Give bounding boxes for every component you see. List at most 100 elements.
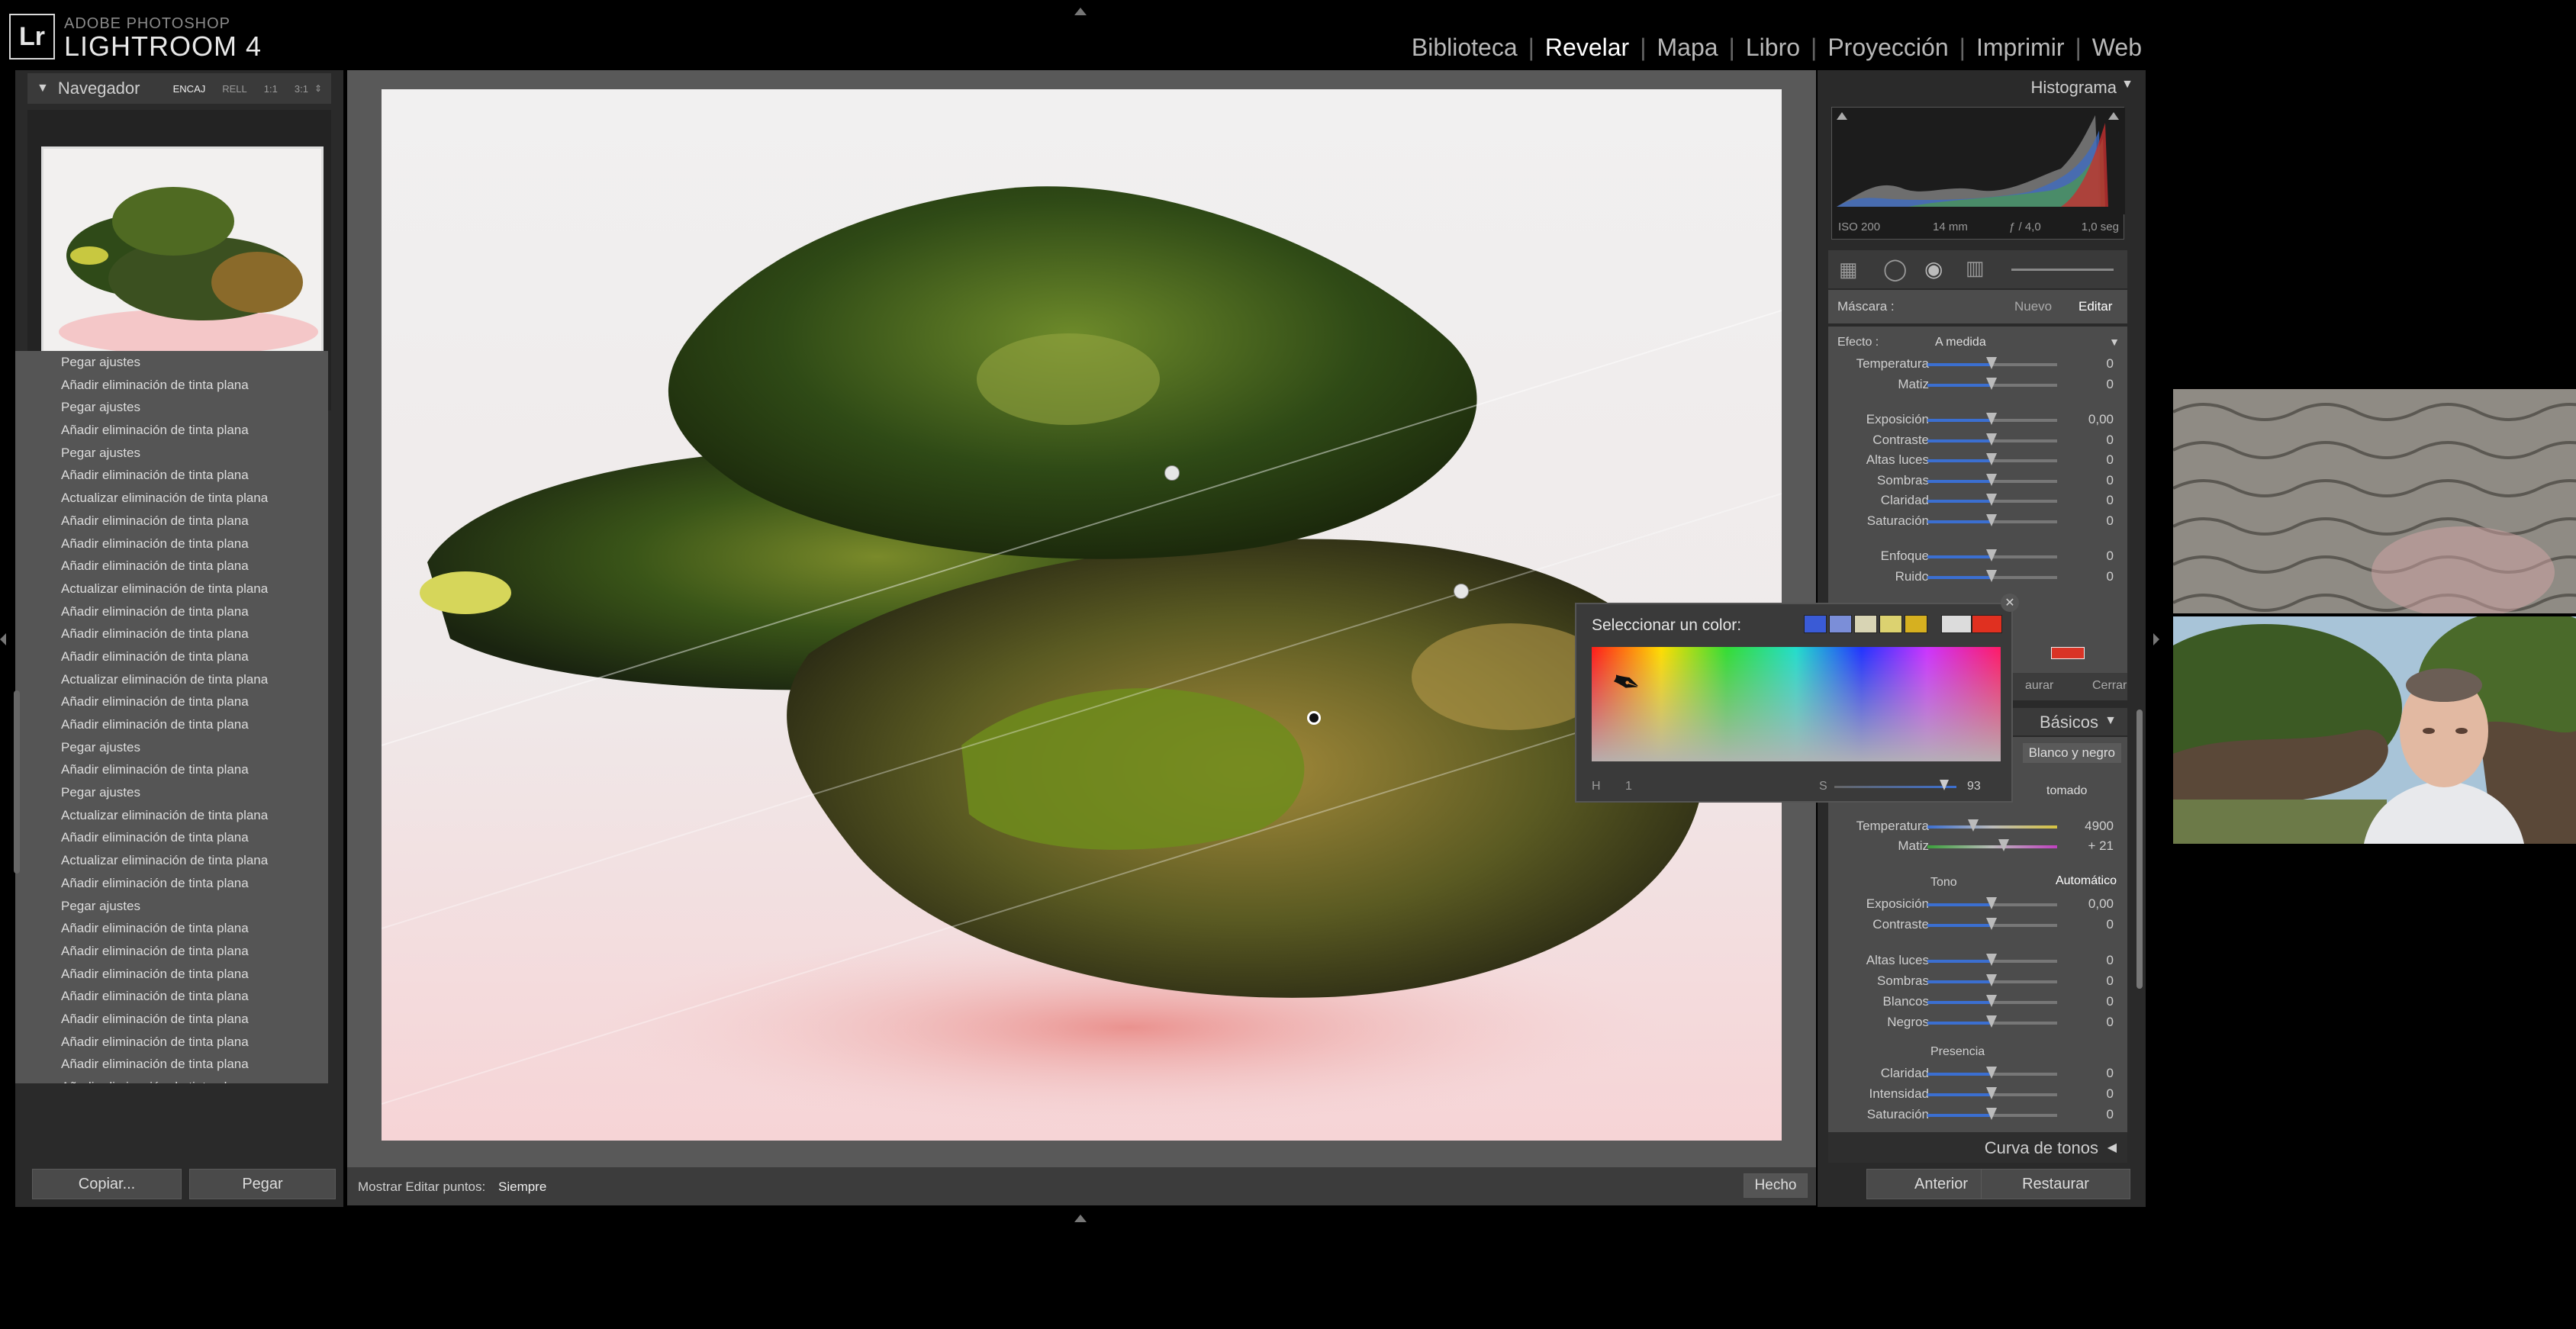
navigator-thumbnail[interactable] — [41, 146, 324, 359]
history-item[interactable]: Añadir eliminación de tinta plana — [15, 464, 328, 487]
adjustment-slider[interactable]: Intensidad 0 — [1828, 1084, 2121, 1104]
adjustment-slider[interactable]: Negros 0 — [1828, 1012, 2121, 1032]
history-item[interactable]: Añadir eliminación de tinta plana — [15, 690, 328, 713]
history-item[interactable]: Añadir eliminación de tinta plana — [15, 555, 328, 578]
history-item[interactable]: Actualizar eliminación de tinta plana — [15, 487, 328, 510]
adjustment-slider[interactable]: Claridad 0 — [1828, 491, 2121, 510]
module-mapa[interactable]: Mapa — [1647, 34, 1729, 62]
history-item[interactable]: Añadir eliminación de tinta plana — [15, 1008, 328, 1031]
brush-slider[interactable] — [2011, 269, 2114, 271]
saturation-knob[interactable] — [1940, 780, 1949, 790]
mask-new-button[interactable]: Nuevo — [2014, 299, 2052, 314]
expand-triangle-icon[interactable]: ◀ — [2107, 1140, 2117, 1155]
color-swatch[interactable] — [1905, 615, 1927, 633]
effect-select[interactable]: A medida — [1935, 336, 1986, 349]
module-biblioteca[interactable]: Biblioteca — [1401, 34, 1528, 62]
close-icon[interactable]: ✕ — [2001, 594, 2019, 612]
adjustment-slider[interactable]: Sombras 0 — [1828, 971, 2121, 991]
zoom-3-1[interactable]: 3:1 — [295, 83, 308, 95]
module-revelar[interactable]: Revelar — [1534, 34, 1640, 62]
color-swatch[interactable] — [1879, 615, 1902, 633]
history-item[interactable]: Añadir eliminación de tinta plana — [15, 758, 328, 781]
history-item[interactable]: Pegar ajustes — [15, 736, 328, 759]
right-panel-toggle-icon[interactable] — [2153, 633, 2159, 645]
graduated-filter-icon[interactable]: ▥ — [1966, 256, 1985, 280]
red-eye-icon[interactable]: ◉ — [1924, 256, 1943, 282]
history-item[interactable]: Pegar ajustes — [15, 781, 328, 804]
black-white-button[interactable]: Blanco y negro — [2022, 743, 2121, 763]
white-balance-select[interactable]: tomado — [2046, 784, 2087, 798]
history-item[interactable]: Añadir eliminación de tinta plana — [15, 713, 328, 736]
adjustment-slider[interactable]: Enfoque 0 — [1828, 546, 2121, 566]
adjustment-slider[interactable]: Exposición 0,00 — [1828, 894, 2121, 914]
done-button[interactable]: Hecho — [1744, 1173, 1808, 1198]
collapse-triangle-icon[interactable]: ▼ — [2121, 78, 2133, 92]
history-item[interactable]: Pegar ajustes — [15, 351, 328, 374]
history-item[interactable]: Añadir eliminación de tinta plana — [15, 645, 328, 668]
mask-edit-button[interactable]: Editar — [2079, 299, 2112, 314]
spot-removal-icon[interactable]: ◯ — [1883, 256, 1907, 282]
history-item[interactable]: Añadir eliminación de tinta plana — [15, 872, 328, 895]
history-item[interactable]: Añadir eliminación de tinta plana — [15, 419, 328, 442]
navigator-header[interactable]: ▼ Navegador ENCAJ RELL 1:1 3:1 ⇕ — [27, 73, 331, 104]
edit-pin-icon[interactable] — [1454, 584, 1469, 599]
adjustment-slider[interactable]: Exposición 0,00 — [1828, 410, 2121, 430]
bottom-panel-toggle-icon[interactable] — [1074, 1215, 1087, 1222]
shadow-clipping-icon[interactable] — [1837, 112, 1847, 120]
left-panel-toggle-icon[interactable] — [0, 633, 6, 645]
adjustment-slider[interactable]: Altas luces 0 — [1828, 951, 2121, 970]
history-item[interactable]: Actualizar eliminación de tinta plana — [15, 668, 328, 691]
adjustment-slider[interactable]: Temperatura 0 — [1828, 354, 2121, 374]
history-item[interactable]: Añadir eliminación de tinta plana — [15, 374, 328, 397]
color-swatch[interactable] — [1829, 615, 1852, 633]
history-item[interactable]: Añadir eliminación de tinta plana — [15, 963, 328, 986]
edit-pin-icon[interactable] — [1164, 465, 1180, 481]
history-item[interactable]: Añadir eliminación de tinta plana — [15, 600, 328, 623]
history-item[interactable]: Añadir eliminación de tinta plana — [15, 1053, 328, 1076]
color-spectrum[interactable] — [1592, 647, 2001, 761]
module-imprimir[interactable]: Imprimir — [1966, 34, 2075, 62]
adjustment-slider[interactable]: Contraste 0 — [1828, 430, 2121, 450]
history-item[interactable]: Añadir eliminación de tinta plana — [15, 917, 328, 940]
history-item[interactable]: Pegar ajustes — [15, 895, 328, 918]
adjustment-slider[interactable]: Altas luces 0 — [1828, 450, 2121, 470]
active-edit-pin-icon[interactable] — [1307, 711, 1321, 725]
history-item[interactable]: Añadir eliminación de tinta plana — [15, 940, 328, 963]
history-item[interactable]: Añadir eliminación de tinta plana — [15, 826, 328, 849]
show-points-select[interactable]: Siempre — [498, 1179, 546, 1195]
left-panel-scrollbar[interactable] — [14, 690, 20, 874]
adjustment-slider[interactable]: Saturación 0 — [1828, 1105, 2121, 1125]
color-swatch[interactable] — [1854, 615, 1877, 633]
adjustment-slider[interactable]: Ruido 0 — [1828, 567, 2121, 587]
mask-close-button[interactable]: Cerrar — [2092, 679, 2127, 693]
history-item[interactable]: Añadir eliminación de tinta plana — [15, 1031, 328, 1054]
adjustment-slider[interactable]: Sombras 0 — [1828, 471, 2121, 491]
copy-button[interactable]: Copiar... — [32, 1169, 182, 1199]
adjustment-slider[interactable]: Matiz 0 — [1828, 375, 2121, 394]
tone-curve-header[interactable]: Curva de tonos ◀ — [1828, 1132, 2127, 1163]
zoom-1-1[interactable]: 1:1 — [264, 83, 278, 95]
collapse-triangle-icon[interactable]: ▼ — [2104, 714, 2117, 728]
color-swatch[interactable] — [1804, 615, 1827, 633]
tint-slider[interactable]: Matiz + 21 — [1828, 836, 2121, 856]
temperature-slider[interactable]: Temperatura 4900 — [1828, 816, 2121, 836]
adjustment-slider[interactable]: Contraste 0 — [1828, 915, 2121, 935]
history-item[interactable]: Añadir eliminación de tinta plana — [15, 1076, 328, 1083]
module-proyeccion[interactable]: Proyección — [1817, 34, 1959, 62]
top-panel-toggle-icon[interactable] — [1074, 8, 1087, 15]
zoom-fit[interactable]: ENCAJ — [173, 83, 206, 95]
zoom-fill[interactable]: RELL — [222, 83, 247, 95]
right-panel-scrollbar[interactable] — [2136, 710, 2143, 989]
adjustment-slider[interactable]: Claridad 0 — [1828, 1064, 2121, 1083]
zoom-stepper-icon[interactable]: ⇕ — [314, 83, 322, 94]
collapse-triangle-icon[interactable]: ▼ — [37, 82, 49, 95]
history-item[interactable]: Pegar ajustes — [15, 442, 328, 465]
history-item[interactable]: Pegar ajustes — [15, 396, 328, 419]
history-item[interactable]: Añadir eliminación de tinta plana — [15, 510, 328, 533]
dropdown-triangle-icon[interactable]: ▼ — [2109, 336, 2120, 348]
module-web[interactable]: Web — [2082, 34, 2153, 62]
history-item[interactable]: Actualizar eliminación de tinta plana — [15, 804, 328, 827]
saturation-slider[interactable] — [1834, 786, 1956, 788]
mask-color-swatch[interactable] — [2051, 647, 2085, 659]
highlight-clipping-icon[interactable] — [2108, 112, 2119, 120]
